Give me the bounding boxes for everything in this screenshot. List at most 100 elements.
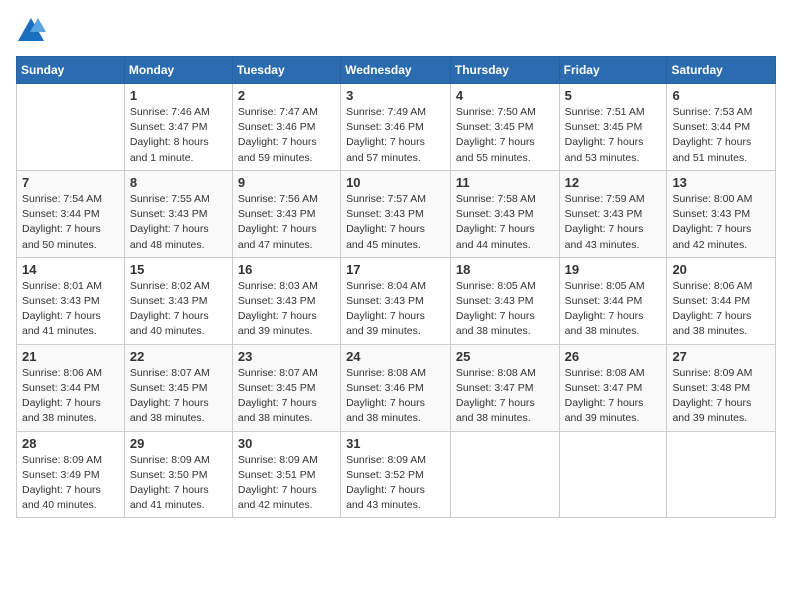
calendar-cell: 26 Sunrise: 8:08 AMSunset: 3:47 PMDayligh… xyxy=(559,344,667,431)
calendar-week-row: 21 Sunrise: 8:06 AMSunset: 3:44 PMDayligh… xyxy=(17,344,776,431)
calendar-cell: 7 Sunrise: 7:54 AMSunset: 3:44 PMDaylight… xyxy=(17,170,125,257)
calendar-cell: 18 Sunrise: 8:05 AMSunset: 3:43 PMDayligh… xyxy=(450,257,559,344)
day-info: Sunrise: 7:56 AMSunset: 3:43 PMDaylight:… xyxy=(238,192,335,253)
day-number: 30 xyxy=(238,436,335,451)
day-info: Sunrise: 7:50 AMSunset: 3:45 PMDaylight:… xyxy=(456,105,554,166)
day-number: 4 xyxy=(456,88,554,103)
day-info: Sunrise: 8:06 AMSunset: 3:44 PMDaylight:… xyxy=(22,366,119,427)
day-number: 1 xyxy=(130,88,227,103)
calendar-cell: 12Sunrise: 7:59 AMSunset: 3:43 PMDayligh… xyxy=(559,170,667,257)
calendar-header-row: SundayMondayTuesdayWednesdayThursdayFrid… xyxy=(17,57,776,84)
column-header-friday: Friday xyxy=(559,57,667,84)
calendar-cell xyxy=(667,431,776,518)
day-info: Sunrise: 8:09 AMSunset: 3:50 PMDaylight:… xyxy=(130,453,227,514)
day-info: Sunrise: 7:57 AMSunset: 3:43 PMDaylight:… xyxy=(346,192,445,253)
day-number: 5 xyxy=(565,88,662,103)
calendar-cell: 11 Sunrise: 7:58 AMSunset: 3:43 PMDayligh… xyxy=(450,170,559,257)
day-number: 31 xyxy=(346,436,445,451)
day-number: 6 xyxy=(672,88,770,103)
day-info: Sunrise: 8:03 AMSunset: 3:43 PMDaylight:… xyxy=(238,279,335,340)
day-number: 16 xyxy=(238,262,335,277)
day-number: 11 xyxy=(456,175,554,190)
calendar-cell: 4 Sunrise: 7:50 AMSunset: 3:45 PMDaylight… xyxy=(450,84,559,171)
day-info: Sunrise: 7:53 AMSunset: 3:44 PMDaylight:… xyxy=(672,105,770,166)
calendar-cell: 28 Sunrise: 8:09 AMSunset: 3:49 PMDayligh… xyxy=(17,431,125,518)
day-info: Sunrise: 7:47 AMSunset: 3:46 PMDaylight:… xyxy=(238,105,335,166)
column-header-saturday: Saturday xyxy=(667,57,776,84)
calendar-cell: 2 Sunrise: 7:47 AMSunset: 3:46 PMDaylight… xyxy=(232,84,340,171)
calendar-cell xyxy=(559,431,667,518)
calendar-cell: 17 Sunrise: 8:04 AMSunset: 3:43 PMDayligh… xyxy=(341,257,451,344)
day-number: 24 xyxy=(346,349,445,364)
calendar-cell: 27Sunrise: 8:09 AMSunset: 3:48 PMDayligh… xyxy=(667,344,776,431)
calendar-cell: 8Sunrise: 7:55 AMSunset: 3:43 PMDaylight… xyxy=(124,170,232,257)
day-info: Sunrise: 8:01 AMSunset: 3:43 PMDaylight:… xyxy=(22,279,119,340)
day-number: 13 xyxy=(672,175,770,190)
day-number: 10 xyxy=(346,175,445,190)
day-number: 3 xyxy=(346,88,445,103)
day-number: 26 xyxy=(565,349,662,364)
day-info: Sunrise: 8:07 AMSunset: 3:45 PMDaylight:… xyxy=(238,366,335,427)
day-info: Sunrise: 8:09 AMSunset: 3:48 PMDaylight:… xyxy=(672,366,770,427)
column-header-thursday: Thursday xyxy=(450,57,559,84)
day-info: Sunrise: 8:09 AMSunset: 3:51 PMDaylight:… xyxy=(238,453,335,514)
calendar-cell: 6 Sunrise: 7:53 AMSunset: 3:44 PMDaylight… xyxy=(667,84,776,171)
calendar-cell: 14Sunrise: 8:01 AMSunset: 3:43 PMDayligh… xyxy=(17,257,125,344)
day-info: Sunrise: 7:58 AMSunset: 3:43 PMDaylight:… xyxy=(456,192,554,253)
day-number: 29 xyxy=(130,436,227,451)
calendar-cell xyxy=(17,84,125,171)
calendar-cell: 23 Sunrise: 8:07 AMSunset: 3:45 PMDayligh… xyxy=(232,344,340,431)
calendar-cell: 25 Sunrise: 8:08 AMSunset: 3:47 PMDayligh… xyxy=(450,344,559,431)
day-info: Sunrise: 8:05 AMSunset: 3:43 PMDaylight:… xyxy=(456,279,554,340)
day-info: Sunrise: 8:08 AMSunset: 3:47 PMDaylight:… xyxy=(456,366,554,427)
page-header xyxy=(16,16,776,46)
day-info: Sunrise: 7:54 AMSunset: 3:44 PMDaylight:… xyxy=(22,192,119,253)
calendar-cell: 21 Sunrise: 8:06 AMSunset: 3:44 PMDayligh… xyxy=(17,344,125,431)
day-number: 28 xyxy=(22,436,119,451)
day-number: 18 xyxy=(456,262,554,277)
calendar-cell: 22Sunrise: 8:07 AMSunset: 3:45 PMDayligh… xyxy=(124,344,232,431)
calendar-cell: 5Sunrise: 7:51 AMSunset: 3:45 PMDaylight… xyxy=(559,84,667,171)
column-header-monday: Monday xyxy=(124,57,232,84)
day-number: 21 xyxy=(22,349,119,364)
calendar-cell: 31 Sunrise: 8:09 AMSunset: 3:52 PMDayligh… xyxy=(341,431,451,518)
day-info: Sunrise: 8:05 AMSunset: 3:44 PMDaylight:… xyxy=(565,279,662,340)
day-number: 8 xyxy=(130,175,227,190)
day-info: Sunrise: 7:46 AMSunset: 3:47 PMDaylight:… xyxy=(130,105,227,166)
calendar-cell: 15 Sunrise: 8:02 AMSunset: 3:43 PMDayligh… xyxy=(124,257,232,344)
day-number: 2 xyxy=(238,88,335,103)
column-header-tuesday: Tuesday xyxy=(232,57,340,84)
calendar-cell: 3Sunrise: 7:49 AMSunset: 3:46 PMDaylight… xyxy=(341,84,451,171)
day-info: Sunrise: 8:04 AMSunset: 3:43 PMDaylight:… xyxy=(346,279,445,340)
day-number: 23 xyxy=(238,349,335,364)
calendar-cell: 30 Sunrise: 8:09 AMSunset: 3:51 PMDayligh… xyxy=(232,431,340,518)
calendar-week-row: 28 Sunrise: 8:09 AMSunset: 3:49 PMDayligh… xyxy=(17,431,776,518)
day-info: Sunrise: 8:09 AMSunset: 3:49 PMDaylight:… xyxy=(22,453,119,514)
day-info: Sunrise: 8:08 AMSunset: 3:46 PMDaylight:… xyxy=(346,366,445,427)
calendar-table: SundayMondayTuesdayWednesdayThursdayFrid… xyxy=(16,56,776,518)
day-info: Sunrise: 8:08 AMSunset: 3:47 PMDaylight:… xyxy=(565,366,662,427)
day-info: Sunrise: 8:09 AMSunset: 3:52 PMDaylight:… xyxy=(346,453,445,514)
day-info: Sunrise: 8:00 AMSunset: 3:43 PMDaylight:… xyxy=(672,192,770,253)
calendar-cell: 20Sunrise: 8:06 AMSunset: 3:44 PMDayligh… xyxy=(667,257,776,344)
calendar-cell: 19 Sunrise: 8:05 AMSunset: 3:44 PMDayligh… xyxy=(559,257,667,344)
day-number: 9 xyxy=(238,175,335,190)
calendar-cell: 9 Sunrise: 7:56 AMSunset: 3:43 PMDaylight… xyxy=(232,170,340,257)
day-info: Sunrise: 8:06 AMSunset: 3:44 PMDaylight:… xyxy=(672,279,770,340)
day-number: 22 xyxy=(130,349,227,364)
column-header-wednesday: Wednesday xyxy=(341,57,451,84)
calendar-week-row: 7 Sunrise: 7:54 AMSunset: 3:44 PMDaylight… xyxy=(17,170,776,257)
day-number: 25 xyxy=(456,349,554,364)
calendar-cell: 16 Sunrise: 8:03 AMSunset: 3:43 PMDayligh… xyxy=(232,257,340,344)
day-number: 12 xyxy=(565,175,662,190)
calendar-week-row: 14Sunrise: 8:01 AMSunset: 3:43 PMDayligh… xyxy=(17,257,776,344)
day-number: 19 xyxy=(565,262,662,277)
calendar-cell: 13 Sunrise: 8:00 AMSunset: 3:43 PMDayligh… xyxy=(667,170,776,257)
day-number: 7 xyxy=(22,175,119,190)
day-number: 15 xyxy=(130,262,227,277)
calendar-week-row: 1 Sunrise: 7:46 AMSunset: 3:47 PMDaylight… xyxy=(17,84,776,171)
day-number: 17 xyxy=(346,262,445,277)
logo-icon xyxy=(16,16,46,46)
day-info: Sunrise: 8:02 AMSunset: 3:43 PMDaylight:… xyxy=(130,279,227,340)
calendar-cell: 1 Sunrise: 7:46 AMSunset: 3:47 PMDaylight… xyxy=(124,84,232,171)
